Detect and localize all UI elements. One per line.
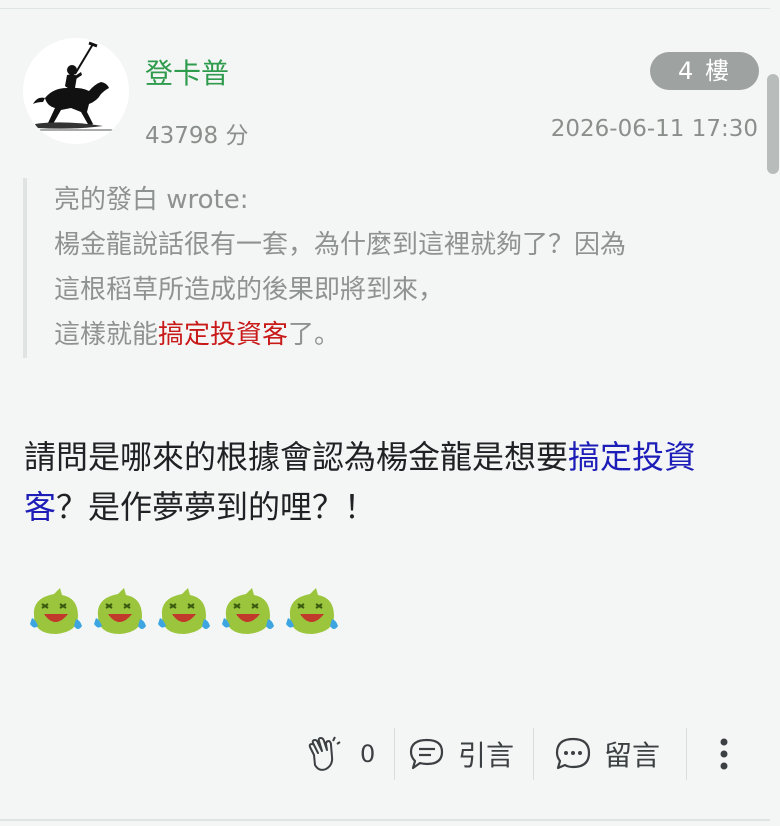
action-separator <box>533 728 534 780</box>
body-link[interactable]: 客 <box>24 488 56 526</box>
emoji-row <box>26 586 342 638</box>
crying-laughing-emoji <box>158 588 210 634</box>
body-text: ？是作夢夢到的哩？！ <box>56 488 377 526</box>
post-body: 請問是哪來的根據會認為楊金龍是想要搞定投資 客？是作夢夢到的哩？！ <box>24 432 764 532</box>
body-line: 客？是作夢夢到的哩？！ <box>24 482 764 532</box>
quote-text: 這樣就能 <box>54 320 159 350</box>
quote-line: 這根稻草所造成的後果即將到來， <box>54 275 445 305</box>
author-avatar[interactable] <box>23 38 129 144</box>
crying-laughing-emoji <box>94 588 146 634</box>
more-vertical-icon <box>720 738 728 770</box>
quote-bubble-icon <box>409 738 444 770</box>
body-line: 請問是哪來的根據會認為楊金龍是想要搞定投資 <box>24 432 764 482</box>
crying-laughing-emoji <box>222 588 274 634</box>
floor-badge: 4 樓 <box>650 52 759 90</box>
crying-laughing-emoji <box>286 588 338 634</box>
like-count: 0 <box>360 740 376 768</box>
action-bar: 0 引言 留言 <box>0 726 770 782</box>
quote-label: 引言 <box>458 739 515 772</box>
author-name[interactable]: 登卡普 <box>145 52 229 92</box>
comment-bubble-icon <box>555 737 591 770</box>
action-separator <box>686 728 687 780</box>
body-link[interactable]: 搞定投資 <box>568 438 696 476</box>
polo-horse-avatar <box>23 38 129 144</box>
quote-block: 亮的發白 wrote: 楊金龍說話很有一套，為什麼到這裡就夠了？因為 這根稻草所… <box>23 178 780 358</box>
top-divider <box>0 8 770 9</box>
quote-button[interactable]: 引言 <box>408 726 514 782</box>
clap-button[interactable]: 0 <box>306 726 375 782</box>
clap-icon <box>308 736 341 771</box>
quote-highlight: 搞定投資客 <box>158 320 289 350</box>
scrollbar-thumb[interactable] <box>767 74 779 174</box>
bottom-divider <box>0 819 770 821</box>
quote-line: 這樣就能搞定投資客了。 <box>54 313 780 358</box>
quote-line: 楊金龍說話很有一套，為什麼到這裡就夠了？因為 <box>54 230 627 260</box>
action-separator <box>394 728 395 780</box>
author-points: 43798 分 <box>145 123 249 149</box>
quote-text: 了。 <box>288 320 341 350</box>
body-text: 請問是哪來的根據會認為楊金龍是想要 <box>24 438 569 476</box>
more-button[interactable] <box>712 726 736 782</box>
quote-author-line: 亮的發白 wrote: <box>54 185 249 215</box>
comment-button[interactable]: 留言 <box>554 726 660 782</box>
comment-label: 留言 <box>604 739 661 772</box>
crying-laughing-emoji <box>30 588 82 634</box>
post-timestamp: 2026-06-11 17:30 <box>550 116 758 142</box>
